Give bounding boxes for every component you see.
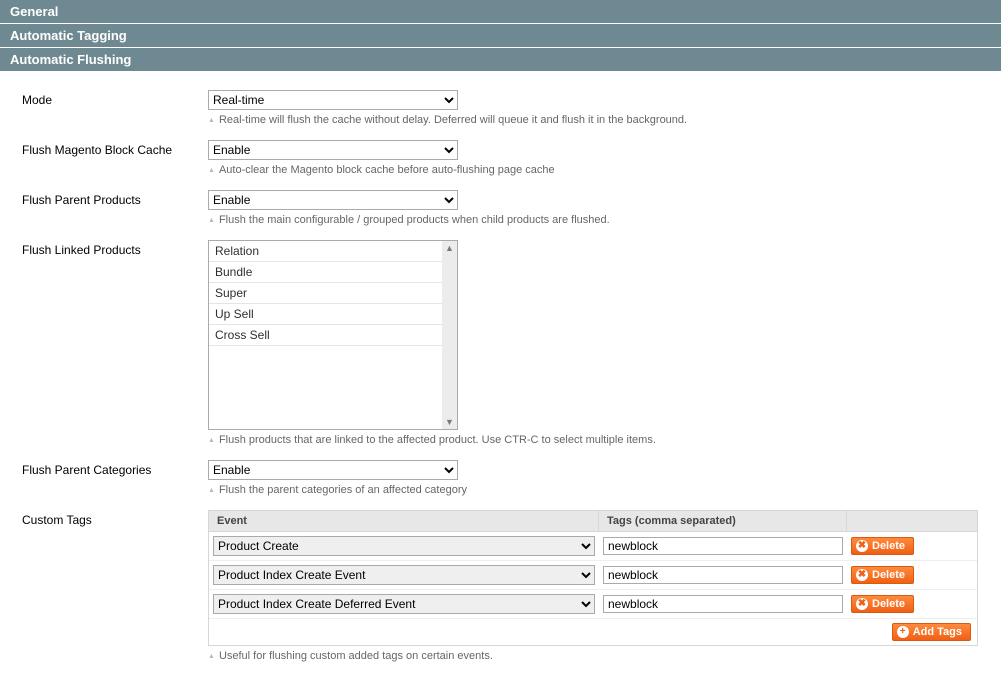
flush-parent-categories-select[interactable]: Enable — [208, 460, 458, 480]
section-general[interactable]: General — [0, 0, 1001, 24]
add-tags-button[interactable]: + Add Tags — [892, 623, 971, 641]
linked-option[interactable]: Relation — [209, 241, 442, 262]
mode-hint: Real-time will flush the cache without d… — [208, 114, 979, 126]
delete-label: Delete — [872, 540, 905, 552]
section-automatic-flushing[interactable]: Automatic Flushing — [0, 48, 1001, 72]
flush-linked-label: Flush Linked Products — [22, 240, 208, 257]
add-tags-label: Add Tags — [913, 626, 962, 638]
flush-linked-hint: Flush products that are linked to the af… — [208, 434, 979, 446]
flush-parent-products-hint: Flush the main configurable / grouped pr… — [208, 214, 979, 226]
delete-icon: ✖ — [856, 540, 868, 552]
flush-linked-multiselect[interactable]: RelationBundleSuperUp SellCross Sell ▲ ▼ — [208, 240, 458, 430]
plus-icon: + — [897, 626, 909, 638]
delete-button[interactable]: ✖ Delete — [851, 595, 914, 613]
delete-button[interactable]: ✖ Delete — [851, 566, 914, 584]
flush-block-label: Flush Magento Block Cache — [22, 140, 208, 157]
flush-block-hint: Auto-clear the Magento block cache befor… — [208, 164, 979, 176]
delete-button[interactable]: ✖ Delete — [851, 537, 914, 555]
table-row: Product Index Create Event ✖ Delete — [209, 561, 977, 590]
col-event: Event — [209, 511, 599, 531]
flush-parent-products-label: Flush Parent Products — [22, 190, 208, 207]
event-select[interactable]: Product Create — [213, 536, 595, 556]
section-automatic-tagging[interactable]: Automatic Tagging — [0, 24, 1001, 48]
mode-select[interactable]: Real-time — [208, 90, 458, 110]
tags-input[interactable] — [603, 537, 843, 555]
col-actions — [847, 511, 977, 531]
col-tags: Tags (comma separated) — [599, 511, 847, 531]
event-select[interactable]: Product Index Create Event — [213, 565, 595, 585]
custom-tags-label: Custom Tags — [22, 510, 208, 527]
custom-tags-grid: Event Tags (comma separated) Product Cre… — [208, 510, 978, 646]
delete-icon: ✖ — [856, 598, 868, 610]
delete-label: Delete — [872, 598, 905, 610]
mode-label: Mode — [22, 90, 208, 107]
flush-parent-products-select[interactable]: Enable — [208, 190, 458, 210]
flush-parent-categories-hint: Flush the parent categories of an affect… — [208, 484, 979, 496]
scrollbar[interactable]: ▲ ▼ — [442, 241, 457, 429]
table-row: Product Create ✖ Delete — [209, 532, 977, 561]
delete-label: Delete — [872, 569, 905, 581]
linked-option[interactable]: Bundle — [209, 262, 442, 283]
linked-option[interactable]: Super — [209, 283, 442, 304]
linked-option[interactable]: Up Sell — [209, 304, 442, 325]
scroll-down-icon[interactable]: ▼ — [445, 415, 454, 429]
event-select[interactable]: Product Index Create Deferred Event — [213, 594, 595, 614]
delete-icon: ✖ — [856, 569, 868, 581]
flush-block-select[interactable]: Enable — [208, 140, 458, 160]
scroll-up-icon[interactable]: ▲ — [445, 241, 454, 255]
linked-option[interactable]: Cross Sell — [209, 325, 442, 346]
table-row: Product Index Create Deferred Event ✖ Dele… — [209, 590, 977, 619]
custom-tags-hint: Useful for flushing custom added tags on… — [208, 650, 979, 662]
tags-input[interactable] — [603, 595, 843, 613]
flush-parent-categories-label: Flush Parent Categories — [22, 460, 208, 477]
tags-input[interactable] — [603, 566, 843, 584]
